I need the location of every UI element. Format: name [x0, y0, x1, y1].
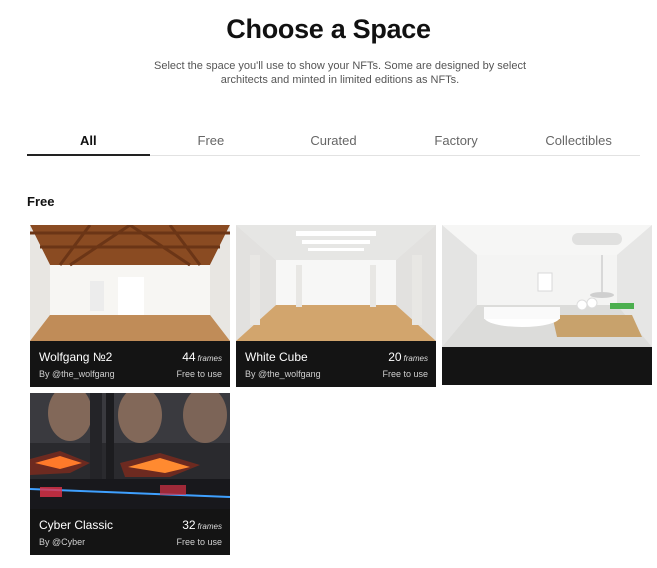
space-thumbnail — [30, 225, 230, 341]
space-thumbnail — [236, 225, 436, 341]
card-info — [442, 347, 652, 385]
subtitle-line-1: Select the space you'll use to show your… — [153, 60, 526, 72]
card-info: White Cube By @the_wolfgang 20 frames Fre… — [236, 341, 436, 387]
tab-factory[interactable]: Factory — [395, 128, 518, 155]
page-title: Choose a Space — [226, 14, 431, 44]
space-price: Free to use — [176, 369, 222, 379]
frames-unit: frames — [403, 354, 428, 363]
space-thumbnail — [30, 393, 230, 509]
space-author: By @Cyber — [39, 537, 86, 547]
page-subtitle: Select the space you'll use to show your… — [120, 59, 560, 87]
space-card-white-cube[interactable]: White Cube By @the_wolfgang 20 frames Fre… — [236, 225, 436, 387]
space-card-cyber-classic[interactable]: Cyber Classic By @Cyber 32 frames Free to… — [30, 393, 230, 555]
frames-unit: frames — [197, 354, 222, 363]
section-title-free: Free — [27, 194, 55, 209]
space-card-future[interactable] — [442, 225, 652, 385]
frames-unit: frames — [197, 522, 222, 531]
frames-number: 32 — [182, 518, 196, 532]
tab-all[interactable]: All — [27, 128, 150, 156]
space-author: By @the_wolfgang — [245, 369, 321, 379]
space-thumbnail — [442, 225, 652, 347]
card-info: Cyber Classic By @Cyber 32 frames Free to… — [30, 509, 230, 555]
tab-collectibles[interactable]: Collectibles — [517, 128, 640, 155]
frames-count: 20 frames — [388, 350, 428, 364]
subtitle-line-2: architects and minted in limited edition… — [220, 74, 460, 86]
space-name: Cyber Classic — [39, 518, 114, 532]
frames-count: 44 frames — [182, 350, 222, 364]
tab-free[interactable]: Free — [150, 128, 273, 155]
space-author: By @the_wolfgang — [39, 369, 115, 379]
space-card-wolfgang-2[interactable]: Wolfgang №2 By @the_wolfgang 44 frames Fr… — [30, 225, 230, 387]
card-info: Wolfgang №2 By @the_wolfgang 44 frames Fr… — [30, 341, 230, 387]
frames-count: 32 frames — [182, 518, 222, 532]
space-price: Free to use — [176, 537, 222, 547]
frames-number: 44 — [182, 350, 196, 364]
space-name: White Cube — [245, 350, 308, 364]
tab-curated[interactable]: Curated — [272, 128, 395, 155]
frames-number: 20 — [388, 350, 402, 364]
space-name: Wolfgang №2 — [39, 350, 113, 364]
space-price: Free to use — [382, 369, 428, 379]
category-tabs: All Free Curated Factory Collectibles — [27, 128, 640, 156]
